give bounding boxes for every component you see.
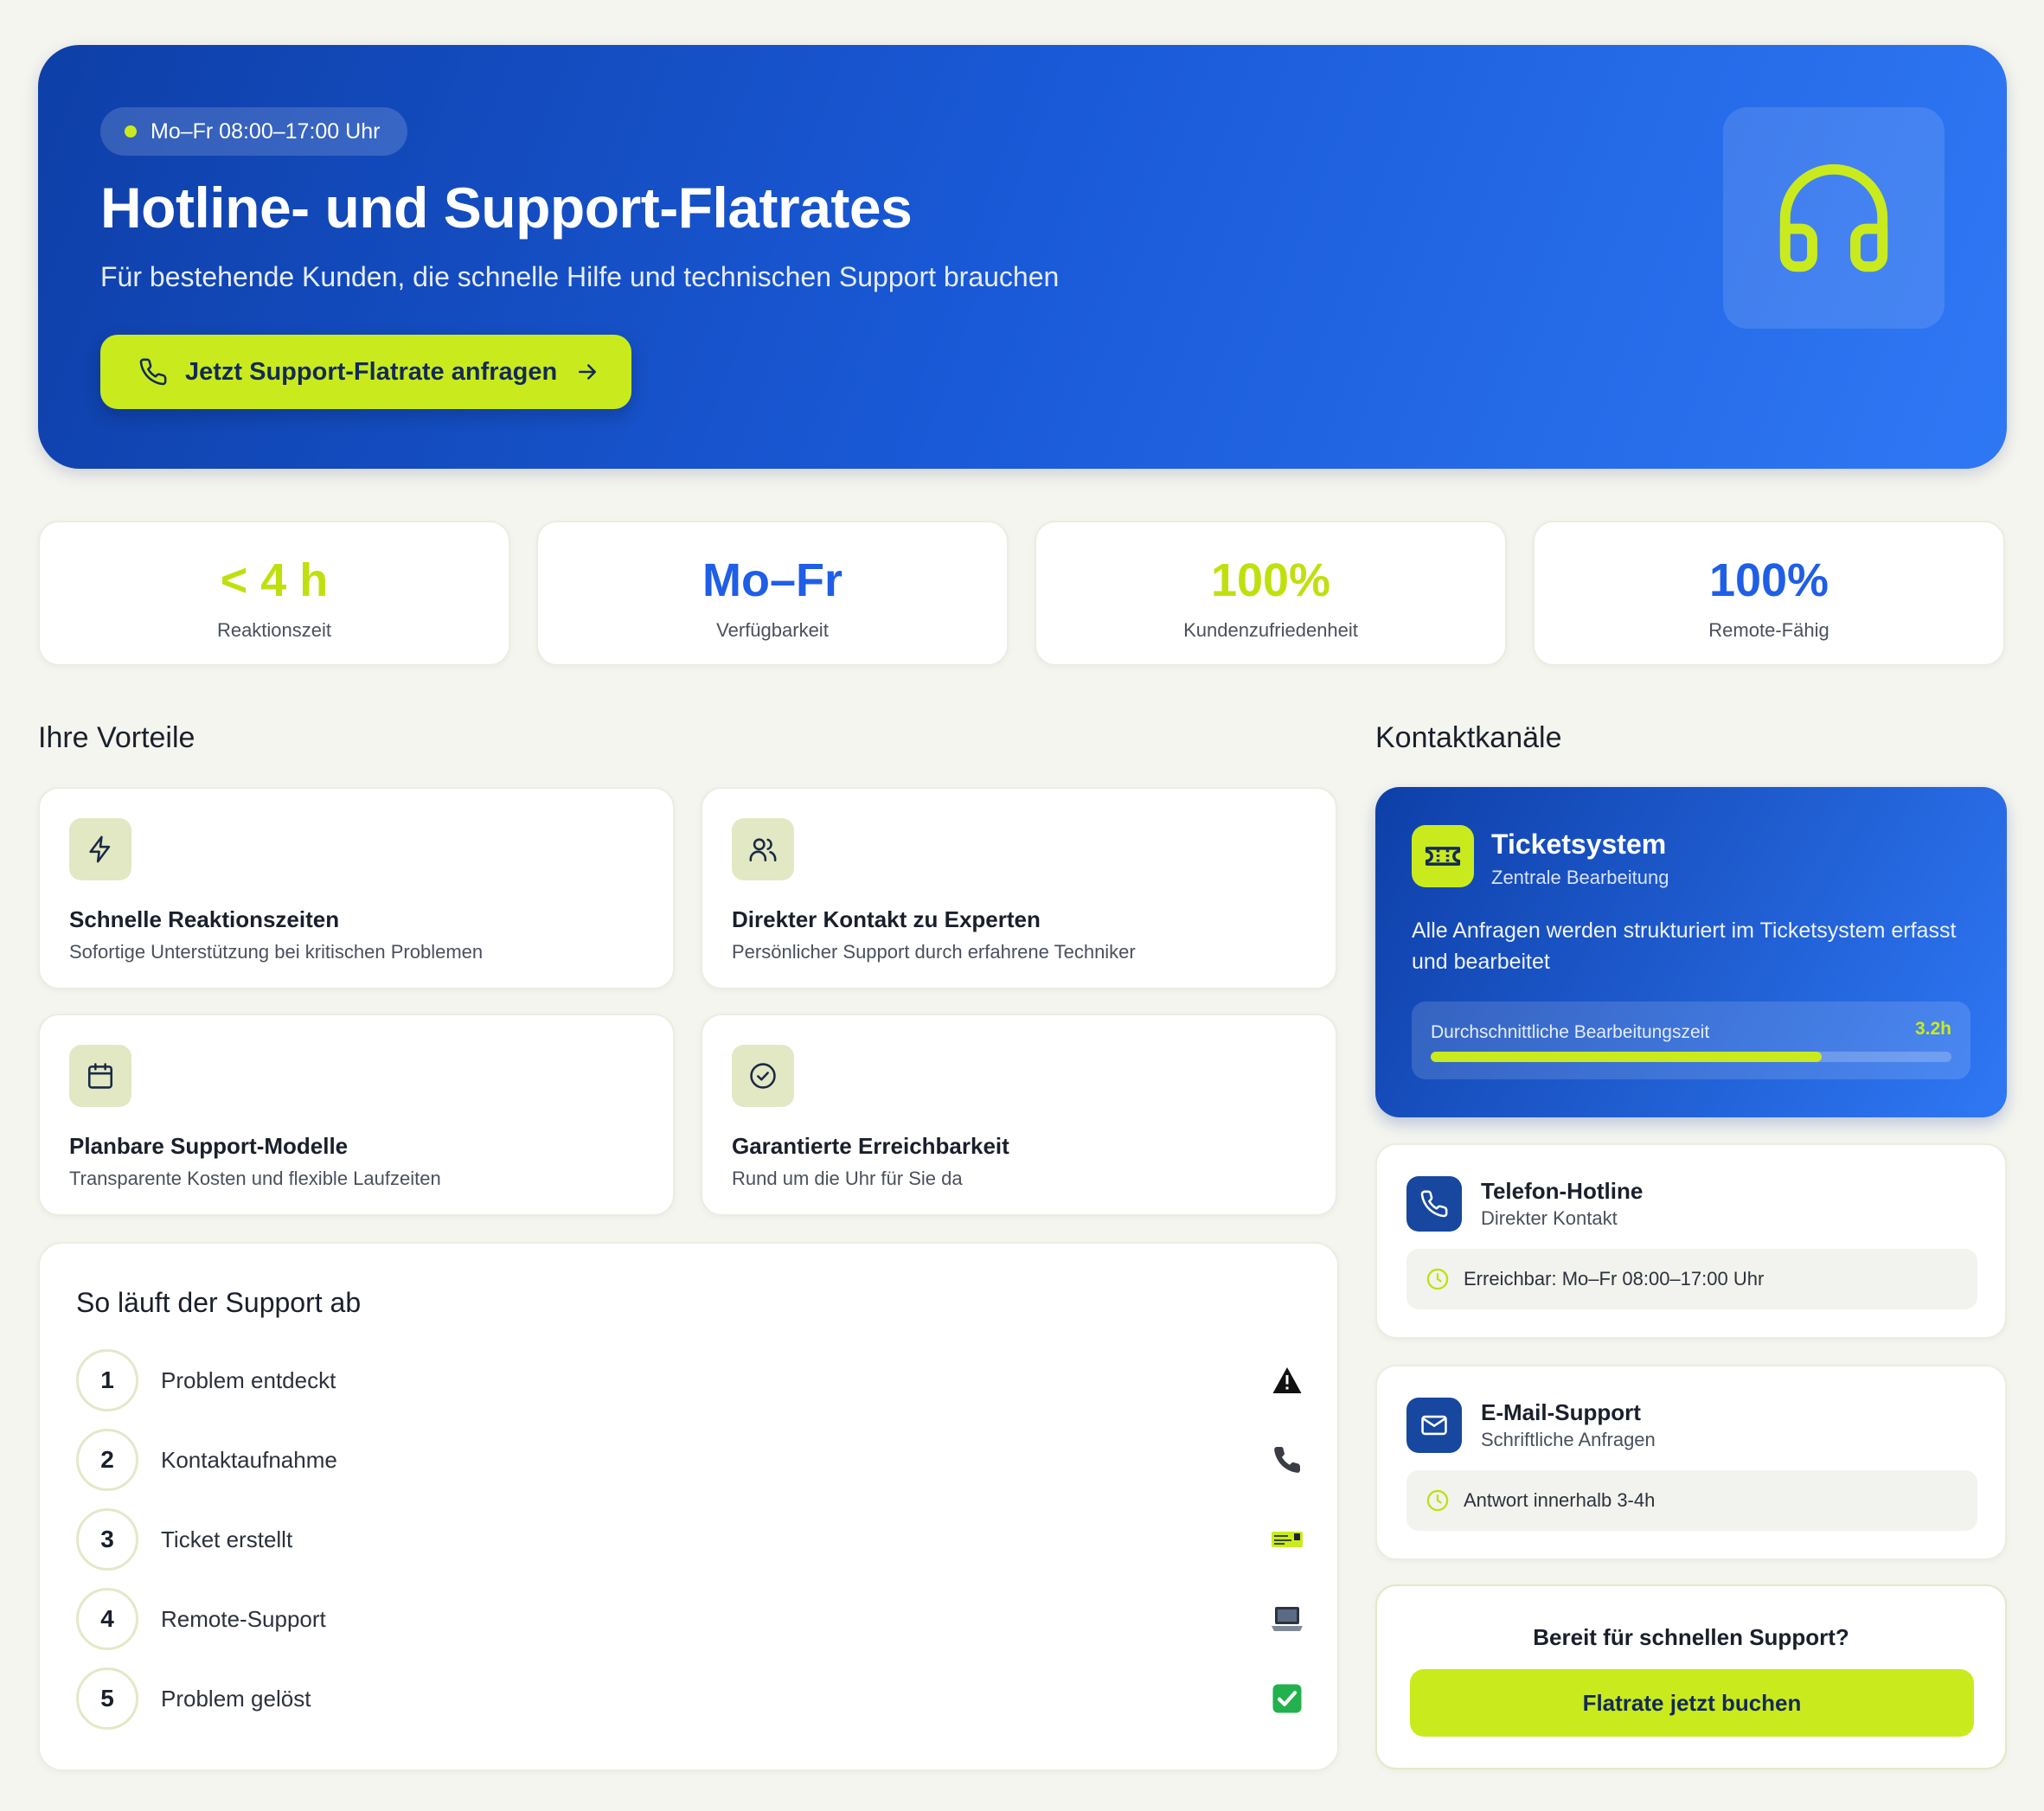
stat-value: 100%: [1708, 554, 1829, 606]
benefit-card-erreichbarkeit: Garantierte Erreichbarkeit Rund um die U…: [701, 1014, 1337, 1216]
channel-info: Erreichbar: Mo–Fr 08:00–17:00 Uhr: [1406, 1249, 1977, 1309]
ticket-title: Ticketsystem: [1491, 829, 1667, 860]
phone-icon: [1420, 1190, 1448, 1218]
processing-time-panel: Durchschnittliche Bearbeitungszeit 3.2h: [1412, 1001, 1970, 1079]
status-dot: [125, 125, 137, 138]
benefit-desc: Persönlicher Support durch erfahrene Tec…: [732, 941, 1136, 963]
support-process-card: So läuft der Support ab 1 Problem entdec…: [38, 1242, 1339, 1771]
step-label: Kontaktaufnahme: [161, 1446, 337, 1473]
benefit-title: Schnelle Reaktionszeiten: [69, 906, 340, 932]
benefit-title: Direkter Kontakt zu Experten: [732, 906, 1041, 932]
request-flatrate-button[interactable]: Jetzt Support-Flatrate anfragen: [100, 335, 631, 409]
booking-cta-card: Bereit für schnellen Support? Flatrate j…: [1375, 1584, 2007, 1769]
stat-value: < 4 h: [220, 554, 329, 606]
stat-card-reaktionszeit: < 4 h Reaktionszeit: [38, 521, 510, 666]
channel-icon-tile: [1406, 1398, 1462, 1453]
step-number: 1: [76, 1349, 138, 1411]
step-number: 2: [76, 1429, 138, 1491]
processing-time-bar: [1431, 1052, 1951, 1062]
hours-badge-label: Mo–Fr 08:00–17:00 Uhr: [151, 118, 381, 144]
clock-icon: [1426, 1268, 1449, 1290]
benefit-desc: Sofortige Unterstützung bei kritischen P…: [69, 941, 484, 963]
stat-label: Remote-Fähig: [1708, 619, 1829, 641]
mail-icon: [1421, 1415, 1447, 1436]
benefit-desc: Transparente Kosten und flexible Laufzei…: [69, 1168, 441, 1189]
benefit-card-modelle: Planbare Support-Modelle Transparente Ko…: [38, 1014, 675, 1216]
process-step: 3 Ticket erstellt: [76, 1508, 1304, 1571]
channel-title: E-Mail-Support: [1481, 1399, 1641, 1425]
headset-icon: [1779, 163, 1888, 272]
step-label: Remote-Support: [161, 1605, 326, 1632]
ticket-icon-tile: [1412, 825, 1474, 887]
processing-time-bar-fill: [1431, 1052, 1822, 1062]
processing-time-value: 3.2h: [1914, 1019, 1951, 1039]
cta-title: Bereit für schnellen Support?: [1533, 1624, 1849, 1650]
headset-tile: [1723, 107, 1945, 329]
benefits-heading: Ihre Vorteile: [38, 721, 195, 754]
ticket-system-card[interactable]: Ticketsystem Zentrale Bearbeitung Alle A…: [1375, 787, 2007, 1117]
channels-heading: Kontaktkanäle: [1375, 721, 1562, 754]
channel-info: Antwort innerhalb 3-4h: [1406, 1470, 1977, 1531]
laptop-icon: [1270, 1602, 1304, 1636]
channel-info-text: Antwort innerhalb 3-4h: [1464, 1489, 1656, 1511]
clock-icon: [1426, 1489, 1449, 1512]
page-title: Hotline- und Support-Flatrates: [100, 176, 913, 240]
step-label: Problem entdeckt: [161, 1366, 336, 1393]
email-support-card[interactable]: E-Mail-Support Schriftliche Anfragen Ant…: [1375, 1365, 2007, 1560]
lightning-icon: [89, 835, 111, 863]
users-icon: [749, 838, 777, 862]
benefit-icon-tile: [732, 1045, 794, 1107]
benefit-icon-tile: [69, 1045, 131, 1107]
benefit-desc: Rund um die Uhr für Sie da: [732, 1168, 963, 1189]
stat-card-kundenzufriedenheit: 100% Kundenzufriedenheit: [1035, 521, 1507, 666]
phone-icon: [139, 358, 167, 386]
channel-subtitle: Direkter Kontakt: [1481, 1207, 1618, 1229]
stat-label: Kundenzufriedenheit: [1183, 619, 1358, 641]
stat-card-verfuegbarkeit: Mo–Fr Verfügbarkeit: [536, 521, 1009, 666]
process-step: 4 Remote-Support: [76, 1588, 1304, 1650]
process-title: So läuft der Support ab: [76, 1287, 362, 1318]
step-label: Ticket erstellt: [161, 1526, 293, 1552]
support-page: Mo–Fr 08:00–17:00 Uhr Hotline- und Suppo…: [0, 0, 2044, 1811]
stat-label: Reaktionszeit: [216, 619, 332, 641]
benefit-icon-tile: [732, 818, 794, 880]
hero-banner: Mo–Fr 08:00–17:00 Uhr Hotline- und Suppo…: [38, 45, 2007, 469]
process-step: 1 Problem entdeckt: [76, 1349, 1304, 1411]
checkbox-icon: [1270, 1681, 1304, 1716]
stat-label: Verfügbarkeit: [716, 619, 829, 641]
ticket-description: Alle Anfragen werden strukturiert im Tic…: [1412, 918, 1957, 974]
channel-info-text: Erreichbar: Mo–Fr 08:00–17:00 Uhr: [1464, 1268, 1765, 1289]
stat-value: 100%: [1210, 554, 1331, 606]
arrow-right-icon: [579, 364, 597, 380]
benefit-card-reaktionszeiten: Schnelle Reaktionszeiten Sofortige Unter…: [38, 787, 675, 989]
phone-icon: [1270, 1443, 1304, 1477]
page-subtitle: Für bestehende Kunden, die schnelle Hilf…: [100, 261, 1060, 292]
processing-time-label: Durchschnittliche Bearbeitungszeit: [1431, 1022, 1710, 1042]
calendar-icon: [87, 1063, 113, 1089]
step-number: 4: [76, 1588, 138, 1650]
step-label: Problem gelöst: [161, 1685, 311, 1712]
stat-card-remote: 100% Remote-Fähig: [1533, 521, 2005, 666]
book-flatrate-button[interactable]: Flatrate jetzt buchen: [1410, 1669, 1974, 1737]
benefit-title: Planbare Support-Modelle: [69, 1133, 349, 1159]
process-step: 5 Problem gelöst: [76, 1667, 1304, 1730]
step-number: 3: [76, 1508, 138, 1571]
phone-hotline-card[interactable]: Telefon-Hotline Direkter Kontakt Erreich…: [1375, 1143, 2007, 1339]
ticket-card-icon: [1270, 1522, 1304, 1557]
stat-value: Mo–Fr: [702, 554, 843, 606]
benefit-icon-tile: [69, 818, 131, 880]
channel-title: Telefon-Hotline: [1481, 1178, 1644, 1204]
check-circle-icon: [750, 1063, 776, 1089]
warning-icon: [1270, 1363, 1304, 1398]
ticket-subtitle: Zentrale Bearbeitung: [1491, 867, 1669, 888]
request-flatrate-label: Jetzt Support-Flatrate anfragen: [185, 357, 558, 386]
benefit-card-experten: Direkter Kontakt zu Experten Persönliche…: [701, 787, 1337, 989]
hours-badge: Mo–Fr 08:00–17:00 Uhr: [100, 107, 408, 156]
process-step: 2 Kontaktaufnahme: [76, 1429, 1304, 1491]
channel-subtitle: Schriftliche Anfragen: [1481, 1429, 1656, 1450]
step-number: 5: [76, 1667, 138, 1730]
benefit-title: Garantierte Erreichbarkeit: [732, 1133, 1009, 1159]
channel-icon-tile: [1406, 1176, 1462, 1232]
ticket-icon: [1425, 847, 1461, 866]
